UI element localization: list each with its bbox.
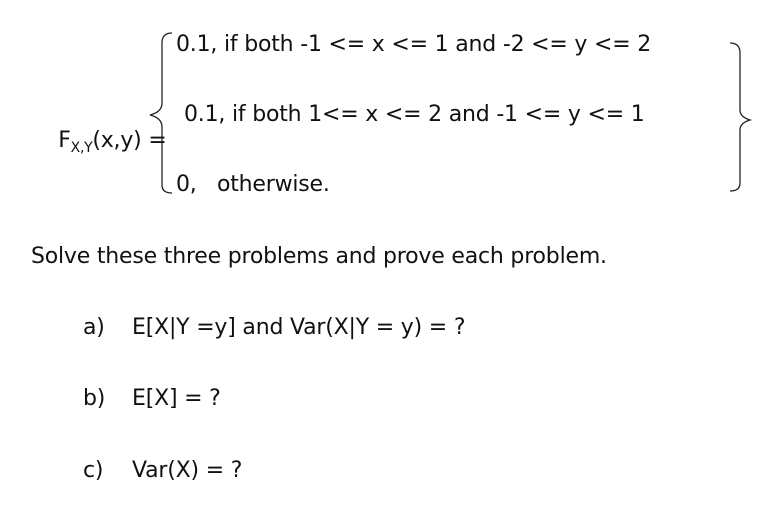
problem-b-label: b) — [83, 386, 106, 411]
problem-c-text: Var(X) = ? — [132, 458, 243, 483]
left-brace — [149, 32, 173, 194]
instruction-text: Solve these three problems and prove eac… — [31, 244, 607, 269]
right-brace — [729, 42, 753, 192]
problem-c-label: c) — [83, 458, 104, 483]
problem-b-text: E[X] = ? — [132, 386, 221, 411]
case-3: 0, otherwise. — [176, 172, 330, 197]
problem-a-text: E[X|Y =y] and Var(X|Y = y) = ? — [132, 315, 466, 340]
case-1: 0.1, if both -1 <= x <= 1 and -2 <= y <=… — [176, 32, 652, 57]
case-2: 0.1, if both 1<= x <= 2 and -1 <= y <= 1 — [184, 102, 645, 127]
problem-a-label: a) — [83, 315, 105, 340]
